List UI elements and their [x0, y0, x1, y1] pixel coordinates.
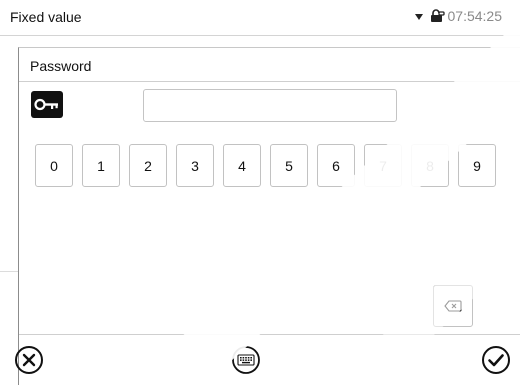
confirm-button[interactable]	[477, 341, 515, 379]
key-icon	[31, 91, 63, 118]
cancel-button[interactable]	[10, 341, 48, 379]
digit-9-button[interactable]: 9	[458, 144, 496, 187]
dialog-title: Password	[30, 58, 92, 74]
digit-4-button[interactable]: 4	[223, 144, 261, 187]
digit-7-button[interactable]: 7	[364, 144, 402, 187]
password-dialog: Password 0 1 2 3 4 5 6 7 8 9	[15, 47, 520, 385]
backspace-icon	[444, 300, 462, 312]
screen-title: Fixed value	[10, 9, 82, 25]
lock-icon	[430, 9, 445, 22]
footer-divider	[19, 334, 520, 335]
status-bar: Fixed value 07:54:25	[0, 0, 520, 36]
digit-0-button[interactable]: 0	[35, 144, 73, 187]
check-circle-icon	[482, 346, 510, 374]
digit-6-button[interactable]: 6	[317, 144, 355, 187]
digit-3-button[interactable]: 3	[176, 144, 214, 187]
digit-1-button[interactable]: 1	[82, 144, 120, 187]
backspace-button[interactable]	[433, 285, 473, 327]
keyboard-icon	[232, 346, 260, 374]
clock-time: 07:54:25	[447, 8, 503, 24]
digit-5-button[interactable]: 5	[270, 144, 308, 187]
digit-2-button[interactable]: 2	[129, 144, 167, 187]
keyboard-button[interactable]	[227, 341, 265, 379]
password-input[interactable]	[143, 89, 397, 122]
status-area: 07:54:25	[414, 8, 503, 24]
close-circle-icon	[15, 346, 43, 374]
digit-8-button[interactable]: 8	[411, 144, 449, 187]
title-divider	[19, 81, 520, 82]
triangle-down-icon[interactable]	[414, 13, 423, 20]
